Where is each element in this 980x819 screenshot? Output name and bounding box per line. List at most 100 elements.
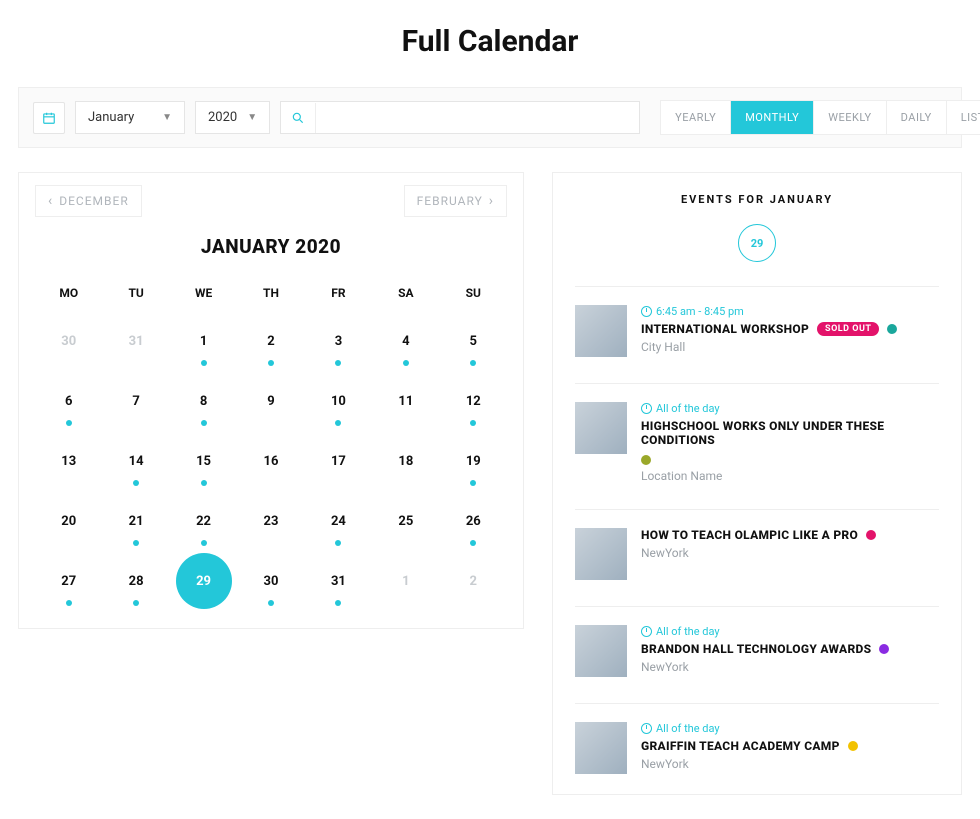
calendar-grid: MOTUWETHFRSASU30311234567891011121314151… [35,286,507,600]
search-icon[interactable] [281,103,316,133]
calendar-day[interactable]: 16 [237,442,304,480]
calendar-day[interactable]: 3 [305,322,372,360]
event-dot [335,420,341,426]
calendar-day[interactable]: 4 [372,322,439,360]
view-tab-monthly[interactable]: MONTHLY [731,101,814,134]
calendar-day[interactable]: 5 [440,322,507,360]
next-month-label: FEBRUARY [417,194,483,208]
calendar-day[interactable]: 18 [372,442,439,480]
year-select[interactable]: 2020 ▼ [195,101,270,134]
month-select[interactable]: January ▼ [75,101,185,134]
day-number: 15 [196,454,211,469]
event-item[interactable]: All of the dayHIGHSCHOOL WORKS ONLY UNDE… [575,383,939,483]
view-tab-daily[interactable]: DAILY [887,101,947,134]
calendar-day[interactable]: 31 [305,562,372,600]
month-select-value: January [88,110,134,125]
status-dot [887,324,897,334]
event-dot [403,360,409,366]
day-number: 14 [129,454,144,469]
weekday-header: SU [440,286,507,300]
calendar-day[interactable]: 9 [237,382,304,420]
day-number: 26 [466,514,481,529]
calendar-day[interactable]: 2 [237,322,304,360]
weekday-header: WE [170,286,237,300]
calendar-day[interactable]: 27 [35,562,102,600]
event-dot [470,540,476,546]
calendar-day[interactable]: 21 [102,502,169,540]
calendar-day[interactable]: 26 [440,502,507,540]
prev-month-button[interactable]: ‹ DECEMBER [35,185,142,217]
day-number: 16 [264,454,279,469]
event-dot [133,600,139,606]
search-input[interactable] [316,102,639,133]
event-dot [133,540,139,546]
calendar-day[interactable]: 14 [102,442,169,480]
event-item[interactable]: 6:45 am - 8:45 pm INTERNATIONAL WORKSHOPS… [575,286,939,357]
event-thumbnail [575,722,627,774]
view-tab-list[interactable]: LIST [947,101,980,134]
event-dot [268,360,274,366]
day-number: 29 [196,574,211,589]
clock-icon [641,403,652,414]
event-location: Location Name [641,469,939,483]
event-title: INTERNATIONAL WORKSHOPSOLD OUT [641,322,939,336]
chevron-down-icon: ▼ [247,112,257,123]
calendar-day[interactable]: 23 [237,502,304,540]
calendar-day[interactable]: 7 [102,382,169,420]
weekday-header: TU [102,286,169,300]
calendar-day[interactable]: 29 [170,562,237,600]
calendar-day[interactable]: 1 [170,322,237,360]
calendar-day[interactable]: 6 [35,382,102,420]
event-title: HOW TO TEACH OLAMPIC LIKE A PRO [641,528,939,542]
event-item[interactable]: All of the dayBRANDON HALL TECHNOLOGY AW… [575,606,939,677]
calendar-day[interactable]: 20 [35,502,102,540]
day-number: 6 [65,394,72,409]
calendar-day[interactable]: 15 [170,442,237,480]
soldout-badge: SOLD OUT [817,322,879,336]
calendar-day[interactable]: 24 [305,502,372,540]
day-number: 30 [264,574,279,589]
event-time: 6:45 am - 8:45 pm [641,305,939,318]
clock-icon [641,306,652,317]
day-number: 31 [129,334,144,349]
day-number: 13 [61,454,76,469]
calendar-day[interactable]: 11 [372,382,439,420]
event-dot [201,480,207,486]
day-number: 21 [129,514,144,529]
day-number: 24 [331,514,346,529]
event-thumbnail [575,625,627,677]
calendar-day[interactable]: 25 [372,502,439,540]
view-tab-weekly[interactable]: WEEKLY [814,101,886,134]
calendar-day[interactable]: 19 [440,442,507,480]
calendar-day[interactable]: 22 [170,502,237,540]
calendar-day[interactable]: 8 [170,382,237,420]
next-month-button[interactable]: FEBRUARY › [404,185,507,217]
view-tab-yearly[interactable]: YEARLY [661,101,731,134]
event-dot [66,600,72,606]
calendar-day[interactable]: 28 [102,562,169,600]
calendar-day[interactable]: 13 [35,442,102,480]
event-time: All of the day [641,402,939,415]
day-number: 1 [402,574,409,589]
clock-icon [641,723,652,734]
event-dot [201,420,207,426]
calendar-day: 1 [372,562,439,600]
day-number: 18 [398,454,413,469]
day-number: 22 [196,514,211,529]
day-number: 25 [398,514,413,529]
calendar-day[interactable]: 10 [305,382,372,420]
status-dot [879,644,889,654]
day-number: 27 [61,574,76,589]
event-item[interactable]: All of the dayGRAIFFIN TEACH ACADEMY CAM… [575,703,939,774]
day-number: 20 [61,514,76,529]
calendar-panel: ‹ DECEMBER FEBRUARY › JANUARY 2020 MOTUW… [18,172,524,629]
day-number: 1 [200,334,207,349]
event-item[interactable]: HOW TO TEACH OLAMPIC LIKE A PRONewYork [575,509,939,580]
calendar-day[interactable]: 17 [305,442,372,480]
status-dot [848,741,858,751]
chevron-down-icon: ▼ [162,112,172,123]
calendar-day[interactable]: 12 [440,382,507,420]
calendar-day[interactable]: 30 [237,562,304,600]
day-number: 10 [331,394,346,409]
clock-icon [641,626,652,637]
